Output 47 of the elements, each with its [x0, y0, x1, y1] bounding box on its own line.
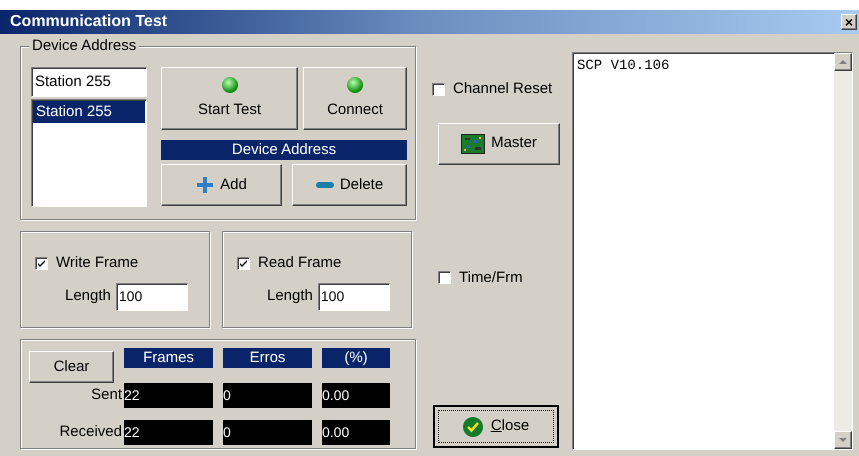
field-label: Length [65, 286, 111, 306]
row-label: Received [58, 422, 123, 442]
column-header: Erros [223, 348, 312, 368]
column-header: Frames [124, 348, 213, 368]
section-header: Device Address [161, 140, 407, 160]
readout-cell: 22 [124, 383, 213, 408]
minus-icon [316, 182, 334, 188]
scroll-up-icon[interactable] [834, 53, 852, 71]
master-button[interactable]: Master [438, 122, 560, 164]
check-icon [239, 258, 248, 268]
station-field[interactable]: Station 255 [31, 67, 147, 97]
led-icon [346, 76, 364, 94]
readout-cell: 0.00 [322, 420, 390, 445]
scroll-down-icon[interactable] [834, 431, 852, 449]
close-button[interactable]: × [841, 14, 857, 30]
close-dialog-button[interactable]: Close [433, 405, 559, 448]
clear-button[interactable]: Clear [29, 351, 114, 383]
led-icon [220, 76, 238, 94]
station-list-item[interactable]: Station 255 [33, 101, 145, 123]
plus-icon [196, 176, 214, 194]
checkbox-label: Read Frame [258, 253, 342, 273]
checkbox[interactable] [438, 271, 451, 284]
readout-cell: 22 [124, 420, 213, 445]
readout-cell: 0.00 [322, 383, 390, 408]
checkbox-label: Channel Reset [453, 79, 552, 99]
row-label: Sent [90, 385, 123, 406]
vertical-scrollbar[interactable] [834, 53, 852, 449]
add-button[interactable]: Add [161, 164, 282, 206]
column-header: (%) [322, 348, 390, 368]
checkbox[interactable] [432, 82, 445, 96]
led-button[interactable]: Start Test [161, 67, 298, 130]
checkbox-label: Time/Frm [459, 268, 523, 288]
led-button[interactable]: Connect [303, 67, 407, 130]
checkbox-label: Write Frame [56, 253, 138, 273]
check-circle-icon [462, 416, 483, 436]
length-field[interactable]: 100 [116, 282, 188, 310]
delete-button[interactable]: Delete [292, 164, 407, 206]
readout-cell: 0 [223, 420, 312, 445]
checkbox[interactable] [237, 256, 250, 270]
window-title: Communication Test [10, 12, 168, 32]
log-text: SCP V10.106 [576, 57, 670, 76]
readout-cell: 0 [223, 383, 312, 408]
check-icon [37, 258, 46, 268]
circuit-board-icon [461, 134, 486, 154]
field-label: Length [267, 286, 313, 306]
checkbox[interactable] [35, 256, 48, 270]
length-field[interactable]: 100 [318, 282, 390, 310]
